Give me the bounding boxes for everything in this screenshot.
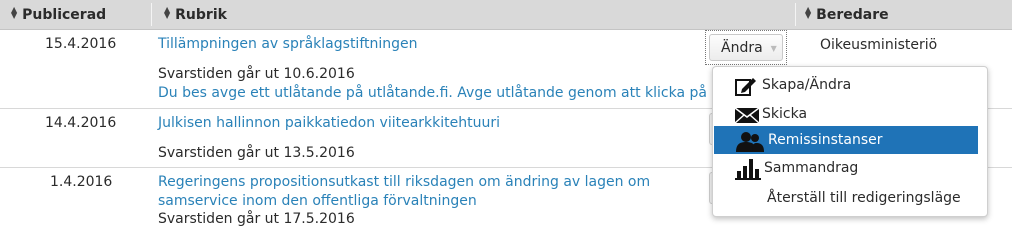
column-header-rubrik[interactable]: ▲ ▼ Rubrik [164, 0, 227, 29]
sort-icon: ▲ ▼ [164, 5, 171, 20]
menu-item-label: Återställ till redigeringsläge [767, 190, 961, 206]
deadline-text: Svarstiden går ut 17.5.2016 [158, 211, 355, 227]
column-header-label: Rubrik [175, 7, 227, 23]
menu-item-label: Skapa/Ändra [762, 77, 852, 93]
column-header-label: Beredare [816, 7, 889, 23]
row-title-line: samservice inom den offentliga förvaltni… [158, 193, 477, 209]
sort-icon: ▲ ▼ [805, 5, 812, 20]
andra-dropdown-button[interactable]: Ändra ▼ [705, 30, 787, 65]
table-header: ▲ ▼ Publicerad ▲ ▼ Rubrik ▲ ▼ Beredare [0, 0, 1012, 30]
menu-item-label: Sammandrag [764, 160, 859, 176]
column-header-publicerad[interactable]: ▲ ▼ Publicerad [11, 0, 106, 29]
action-menu: Skapa/Ändra Skicka Remissinstanser Samma… [712, 66, 988, 217]
andra-button-label: Ändra [721, 40, 763, 56]
column-header-beredare[interactable]: ▲ ▼ Beredare [805, 0, 889, 29]
menu-item-aterstall[interactable]: Återställ till redigeringsläge [714, 184, 978, 212]
published-date: 14.4.2016 [45, 115, 117, 131]
row-title-link[interactable]: Regeringens propositionsutkast till riks… [158, 173, 678, 211]
edit-icon [734, 75, 760, 97]
menu-item-sammandrag[interactable]: Sammandrag [714, 154, 978, 182]
menu-item-remissinstanser[interactable]: Remissinstanser [714, 126, 978, 154]
published-date: 15.4.2016 [45, 36, 117, 52]
published-date: 1.4.2016 [50, 174, 113, 190]
envelope-icon [734, 104, 760, 126]
menu-item-label: Skicka [762, 106, 808, 122]
deadline-text: Svarstiden går ut 10.6.2016 [158, 66, 355, 82]
row-title-link[interactable]: Julkisen hallinnon paikkatiedon viiteark… [158, 114, 500, 133]
row-title-line: Regeringens propositionsutkast till riks… [158, 174, 651, 190]
column-divider [151, 3, 152, 26]
menu-item-skapa-andra[interactable]: Skapa/Ändra [714, 71, 978, 99]
row-title-link[interactable]: Tillämpningen av språklagstiftningen [158, 35, 418, 54]
preparer: Oikeusministeriö [820, 37, 938, 53]
chevron-down-icon: ▼ [770, 44, 777, 53]
column-header-label: Publicerad [22, 7, 107, 23]
menu-item-label: Remissinstanser [768, 132, 883, 148]
users-icon [734, 130, 764, 152]
andra-button-face: Ändra ▼ [709, 34, 783, 61]
bar-chart-icon [734, 158, 761, 180]
sort-icon: ▲ ▼ [11, 5, 18, 20]
statement-note-link[interactable]: Du bes avge ett utlåtande på utlåtande.f… [158, 85, 741, 101]
deadline-text: Svarstiden går ut 13.5.2016 [158, 145, 355, 161]
column-divider [795, 3, 796, 26]
menu-item-skicka[interactable]: Skicka [714, 100, 978, 128]
